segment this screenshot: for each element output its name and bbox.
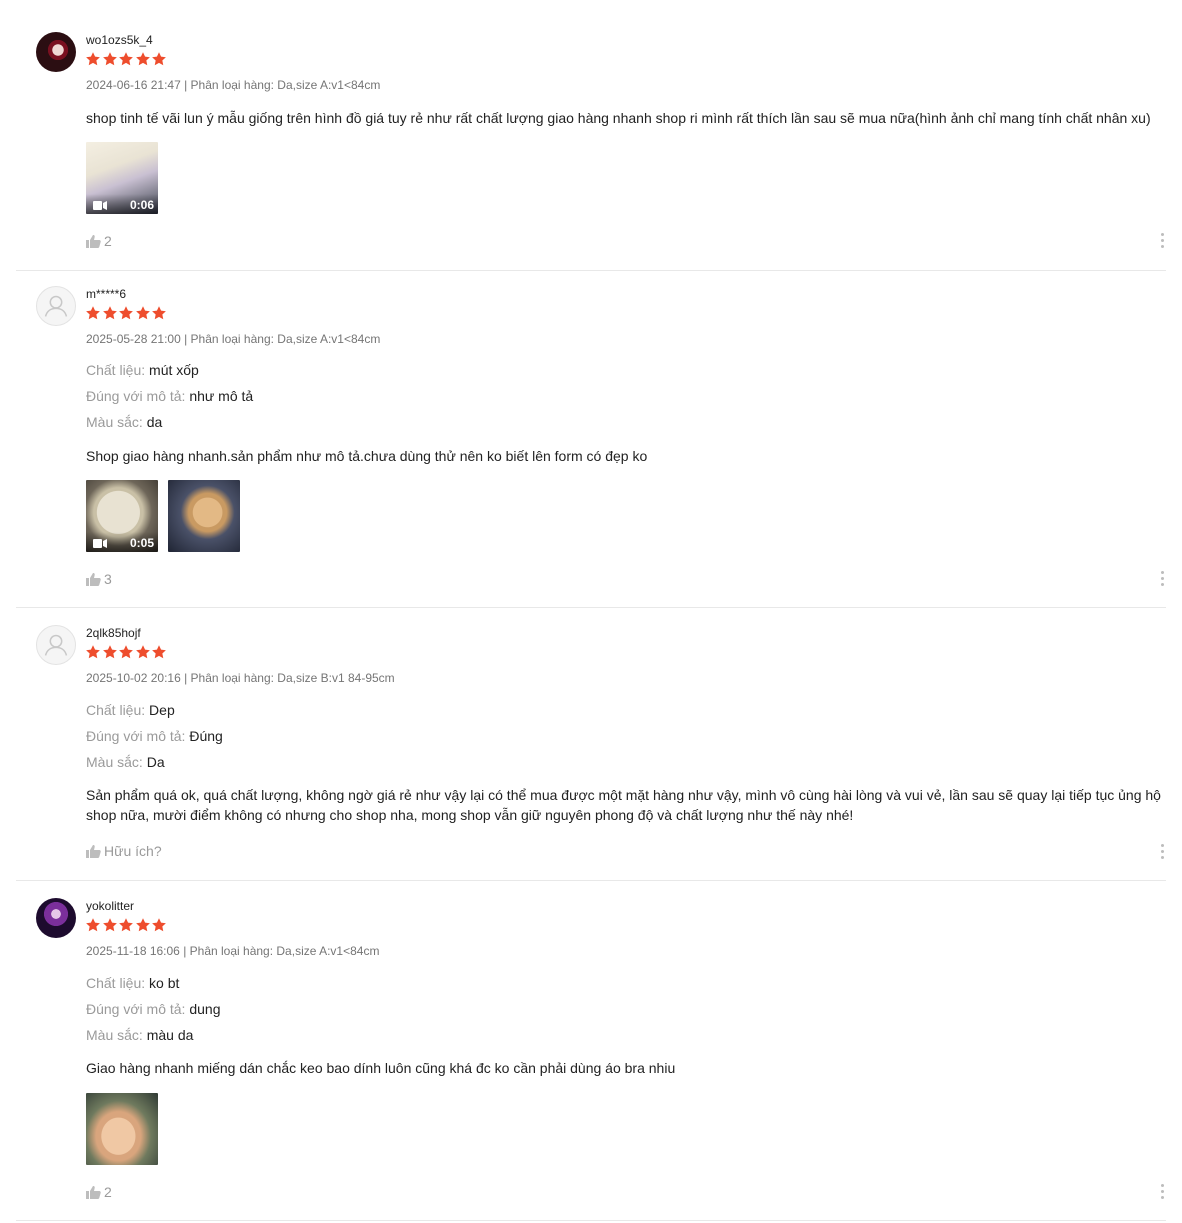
like-count: 2 [104,1184,112,1200]
star-icon [86,52,100,66]
review-comment: Shop giao hàng nhanh.sản phẩm như mô tả.… [86,448,648,464]
attribute-color: Màu sắc: Da [86,754,165,770]
attribute-as-described: Đúng với mô tả: như mô tả [86,388,254,404]
video-duration: 0:05 [129,536,154,550]
avatar[interactable] [36,898,76,938]
review-comment: Sản phẩm quá ok, quá chất lượng, không n… [86,787,1161,823]
star-icon [135,306,150,320]
more-options-icon[interactable] [1160,571,1166,587]
attribute-as-described: Đúng với mô tả: Đúng [86,728,223,744]
star-icon [119,918,133,932]
star-icon [86,918,100,932]
review-meta: 2025-11-18 16:06 | Phân loại hàng: Da,si… [86,944,380,958]
attribute-color: Màu sắc: màu da [86,1027,194,1043]
star-icon [102,306,117,320]
username[interactable]: yokolitter [86,899,134,913]
review-item: m*****6 2025-05-28 21:00 | Phân loại hàn… [16,286,1166,608]
attribute-material: Chất liệu: Dep [86,702,175,718]
default-user-icon [44,295,68,317]
review-item: yokolitter 2025-11-18 16:06 | Phân loại … [16,898,1166,1221]
more-options-icon[interactable] [1160,844,1166,860]
like-button[interactable]: 2 [86,1184,112,1200]
star-rating [85,917,168,934]
review-item: 2qlk85hojf 2025-10-02 20:16 | Phân loại … [16,625,1166,881]
star-icon [102,918,117,932]
review-meta: 2024-06-16 21:47 | Phân loại hàng: Da,si… [86,78,381,92]
star-icon [119,645,133,659]
star-icon [135,52,150,66]
review-meta: 2025-10-02 20:16 | Phân loại hàng: Da,si… [86,671,395,685]
image-thumbnail[interactable] [86,1093,158,1165]
video-thumbnail[interactable]: 0:06 [86,142,158,214]
like-button[interactable]: 3 [86,571,112,587]
default-user-icon [44,634,68,656]
more-options-icon[interactable] [1160,233,1166,249]
star-icon [152,918,166,932]
review-comment: Giao hàng nhanh miếng dán chắc keo bao d… [86,1060,676,1076]
avatar[interactable] [36,32,76,72]
review-comment: shop tinh tế vãi lun ý mẫu giống trên hì… [86,110,1151,126]
like-button[interactable]: 2 [86,233,112,249]
star-icon [86,645,100,659]
star-icon [152,306,166,320]
star-icon [135,918,150,932]
star-icon [86,306,100,320]
username[interactable]: 2qlk85hojf [86,626,141,640]
star-rating [85,305,168,322]
star-rating [85,644,168,661]
attribute-as-described: Đúng với mô tả: dung [86,1001,221,1017]
video-camera-icon [93,201,107,210]
thumbs-up-icon [86,573,101,586]
attribute-material: Chất liệu: ko bt [86,975,180,991]
star-icon [102,52,117,66]
avatar[interactable] [36,286,76,326]
thumbs-up-icon [86,1186,101,1199]
like-count: 2 [104,233,112,249]
star-icon [152,52,166,66]
star-icon [119,52,133,66]
video-thumbnail[interactable]: 0:05 [86,480,158,552]
star-icon [102,645,117,659]
username[interactable]: wo1ozs5k_4 [86,33,153,47]
avatar[interactable] [36,625,76,665]
image-thumbnail[interactable] [168,480,240,552]
star-icon [119,306,133,320]
like-count: 3 [104,571,112,587]
helpful-button[interactable]: Hữu ích? [86,843,162,859]
video-duration: 0:06 [129,198,154,212]
thumbs-up-icon [86,235,101,248]
more-options-icon[interactable] [1160,1184,1166,1200]
video-camera-icon [93,539,107,548]
username[interactable]: m*****6 [86,287,126,301]
attribute-material: Chất liệu: mút xốp [86,362,199,378]
review-meta: 2025-05-28 21:00 | Phân loại hàng: Da,si… [86,332,381,346]
star-icon [152,645,166,659]
review-item: wo1ozs5k_4 2024-06-16 21:47 | Phân loại … [16,32,1166,271]
attribute-color: Màu sắc: da [86,414,163,430]
star-icon [135,645,150,659]
thumbs-up-icon [86,845,101,858]
helpful-label: Hữu ích? [104,843,162,859]
star-rating [85,51,168,68]
